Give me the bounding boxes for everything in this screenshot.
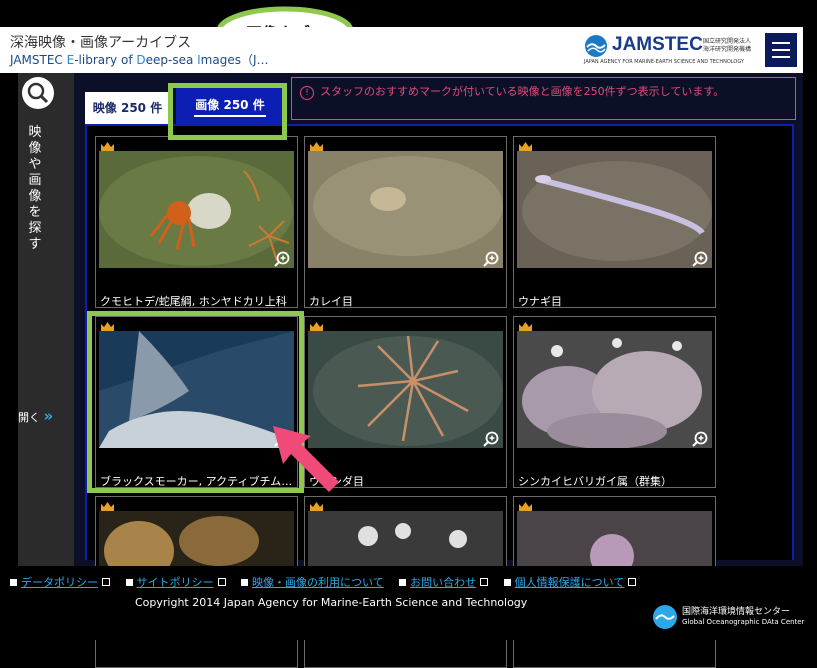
zoom-icon[interactable] bbox=[692, 431, 708, 447]
goda-logo[interactable]: 国際海洋環境情報センター Global Oceanographic DAta C… bbox=[652, 602, 805, 632]
zoom-icon[interactable] bbox=[483, 431, 499, 447]
goda-logo-icon bbox=[653, 605, 677, 629]
card-caption: ウナギ目 bbox=[518, 295, 562, 308]
menu-icon[interactable] bbox=[765, 33, 797, 67]
card-caption: カレイ目 bbox=[309, 295, 353, 308]
thumbnail-image bbox=[99, 331, 294, 448]
alert-icon: ! bbox=[300, 86, 314, 100]
footer-link-contact[interactable]: お問い合わせ bbox=[399, 574, 489, 590]
notice-text: スタッフのおすすめマークが付いている映像と画像を250件ずつ表示しています。 bbox=[320, 85, 725, 98]
thumbnail-image bbox=[308, 151, 503, 268]
footer-link-data-policy[interactable]: データポリシー bbox=[10, 574, 110, 590]
external-link-icon bbox=[217, 578, 226, 586]
image-card[interactable]: ウミシダ目 bbox=[304, 316, 507, 488]
sidebar-label: 映像や画像を探す bbox=[28, 125, 42, 252]
header: 深海映像・画像アーカイブス JAMSTEC E-library of Deep-… bbox=[0, 27, 803, 73]
thumbnail-image bbox=[99, 151, 294, 268]
footer-links: データポリシー サイトポリシー 映像・画像の利用について お問い合わせ 個人情報… bbox=[10, 574, 648, 590]
image-card[interactable]: カレイ目 bbox=[304, 136, 507, 308]
goda-jp: 国際海洋環境情報センター bbox=[682, 607, 791, 617]
image-card[interactable]: クモヒトデ/蛇尾綱, ホンヤドカリ上科 bbox=[95, 136, 298, 308]
logo-name: JAMSTEC bbox=[612, 34, 703, 55]
zoom-icon[interactable] bbox=[274, 251, 290, 267]
card-caption: ブラックスモーカー, アクティブチム… bbox=[100, 475, 293, 488]
external-link-icon bbox=[102, 578, 110, 586]
zoom-icon[interactable] bbox=[692, 251, 708, 267]
thumbnail-image bbox=[308, 331, 503, 448]
zoom-icon[interactable] bbox=[483, 251, 499, 267]
sidebar: 映像や画像を探す 開く » bbox=[18, 73, 74, 566]
logo-jp-line2: 海洋研究開発機構 bbox=[703, 46, 752, 53]
footer-link-privacy[interactable]: 個人情報保護について bbox=[503, 574, 637, 590]
card-caption: ウミシダ目 bbox=[309, 475, 364, 488]
logo-en: JAPAN AGENCY FOR MARINE-EARTH SCIENCE AN… bbox=[584, 59, 745, 65]
jamstec-logo[interactable]: JAMSTEC 国立研究開発法人 海洋研究開発機構 JAPAN AGENCY F… bbox=[584, 34, 762, 68]
site-subtitle: JAMSTEC E-library of Deep-sea Images（J… bbox=[10, 53, 269, 67]
double-chevron-right-icon: » bbox=[43, 407, 54, 425]
thumbnail-image bbox=[517, 151, 712, 268]
footer-link-site-policy[interactable]: サイトポリシー bbox=[125, 574, 226, 590]
external-link-icon bbox=[480, 578, 489, 586]
open-sidebar-button[interactable]: 開く » bbox=[18, 407, 53, 425]
tab-image[interactable]: 画像 250 件 bbox=[176, 86, 284, 124]
image-grid: クモヒトデ/蛇尾綱, ホンヤドカリ上科 カレイ目 ウナギ目 ブラックスモーカー,… bbox=[85, 124, 794, 668]
tab-video[interactable]: 映像 250 件 bbox=[85, 92, 170, 124]
card-caption: クモヒトデ/蛇尾綱, ホンヤドカリ上科 bbox=[100, 295, 287, 308]
card-caption: シンカイヒバリガイ属（群集） bbox=[518, 475, 672, 488]
thumbnail-image bbox=[517, 331, 712, 448]
image-card[interactable]: シンカイヒバリガイ属（群集） bbox=[513, 316, 716, 488]
jamstec-logo-icon bbox=[585, 35, 607, 57]
site-title: 深海映像・画像アーカイブス bbox=[10, 35, 192, 51]
goda-en: Global Oceanographic DAta Center bbox=[682, 618, 805, 626]
zoom-icon[interactable] bbox=[274, 431, 290, 447]
image-card[interactable]: ブラックスモーカー, アクティブチム… bbox=[95, 316, 298, 488]
notice-banner: ! スタッフのおすすめマークが付いている映像と画像を250件ずつ表示しています。 bbox=[291, 77, 796, 120]
external-link-icon bbox=[628, 578, 637, 586]
footer-link-usage[interactable]: 映像・画像の利用について bbox=[241, 574, 384, 590]
copyright: Copyright 2014 Japan Agency for Marine-E… bbox=[135, 596, 528, 609]
image-card[interactable]: ウナギ目 bbox=[513, 136, 716, 308]
search-icon[interactable] bbox=[22, 77, 54, 109]
